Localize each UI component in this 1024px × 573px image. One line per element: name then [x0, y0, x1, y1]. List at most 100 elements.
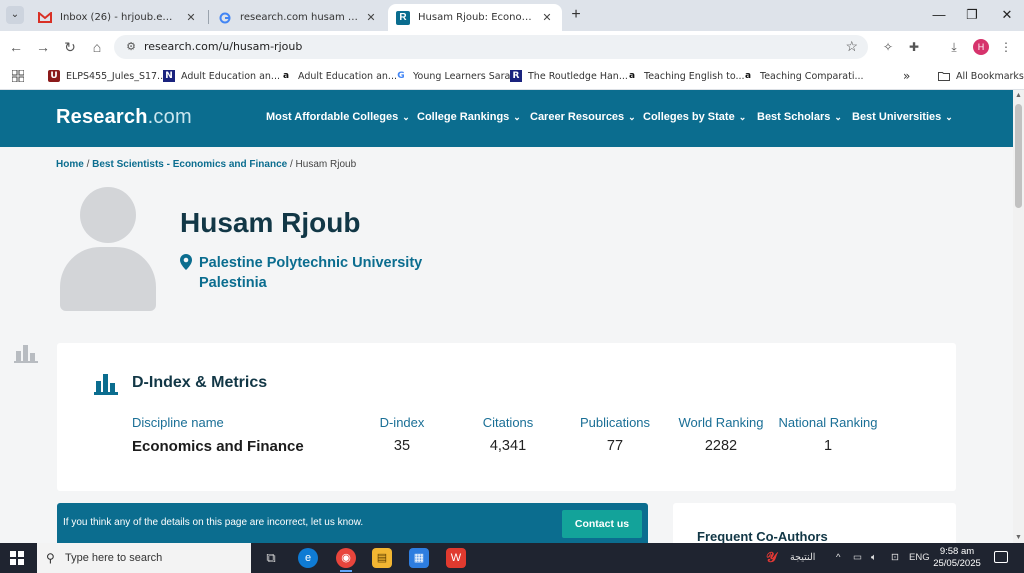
folder-icon	[938, 70, 950, 82]
microsoft-store-icon[interactable]: ▦	[409, 548, 429, 568]
bookmark-label: Adult Education an...	[181, 70, 280, 82]
taskbar-search-box[interactable]: ⚲ Type here to search	[37, 543, 251, 573]
bookmark-item[interactable]: a Teaching Comparati...	[742, 68, 864, 84]
file-explorer-icon[interactable]: ▤	[372, 548, 392, 568]
bar-chart-icon[interactable]	[14, 343, 38, 363]
tab-title: Husam Rjoub: Economics and F	[418, 12, 534, 23]
column-header: World Ranking	[678, 415, 764, 430]
close-tab-icon[interactable]: ✕	[540, 11, 554, 24]
scroll-down-arrow-icon[interactable]: ▼	[1015, 534, 1022, 541]
close-tab-icon[interactable]: ✕	[364, 11, 378, 24]
browser-toolbar: ← → ↻ ⌂ ⚙ research.com/u/husam-rjoub ☆ ✧…	[0, 31, 1024, 63]
home-icon[interactable]: ⌂	[88, 38, 106, 56]
page-scrollbar[interactable]: ▲ ▼	[1013, 90, 1024, 543]
minimize-icon[interactable]: —	[929, 6, 949, 24]
reload-icon[interactable]: ↻	[61, 38, 79, 56]
extension-blocked-icon[interactable]: ✧	[880, 39, 896, 55]
taskbar-clock[interactable]: 9:58 am 25/05/2025	[930, 546, 984, 570]
nav-career-resources[interactable]: Career Resources ⌄	[530, 111, 636, 123]
country-link[interactable]: Palestinia	[199, 273, 267, 293]
bookmark-star-icon[interactable]: ☆	[845, 38, 858, 55]
search-placeholder: Type here to search	[65, 552, 163, 564]
forward-arrow-icon[interactable]: →	[34, 38, 52, 56]
amazon-icon: a	[282, 71, 290, 81]
bookmark-item[interactable]: U ELPS455_Jules_S17....	[48, 68, 169, 84]
nav-best-universities[interactable]: Best Universities ⌄	[852, 111, 953, 123]
wps-office-icon[interactable]: W	[446, 548, 466, 568]
tab-gmail[interactable]: Inbox (26) - hrjoub.edu@gmail. ✕	[30, 4, 206, 31]
feedback-banner: If you think any of the details on this …	[57, 503, 648, 543]
metrics-card: D-Index & Metrics Discipline name Econom…	[57, 343, 956, 491]
breadcrumb-home-link[interactable]: Home	[56, 159, 84, 170]
new-tab-button[interactable]: +	[568, 7, 584, 23]
restore-icon[interactable]: ❐	[962, 6, 982, 24]
scroll-up-arrow-icon[interactable]: ▲	[1015, 92, 1022, 99]
chrome-browser-icon[interactable]: ◉	[336, 548, 356, 572]
bookmarks-bar: U ELPS455_Jules_S17.... N Adult Educatio…	[0, 63, 1024, 90]
task-view-icon[interactable]: ⧉	[261, 548, 281, 568]
scrollbar-thumb[interactable]	[1015, 104, 1022, 208]
metrics-column-publications: Publications 77	[560, 415, 670, 454]
avatar-placeholder	[60, 187, 156, 311]
app-tray-icon[interactable]: 𝒴	[766, 549, 777, 566]
university-link[interactable]: Palestine Polytechnic University	[199, 253, 422, 273]
routledge-icon: R	[510, 70, 522, 82]
close-window-icon[interactable]: ✕	[997, 6, 1017, 24]
tab-divider	[208, 10, 209, 24]
site-info-icon[interactable]: ⚙	[124, 40, 138, 54]
metrics-column-national-ranking: National Ranking 1	[773, 415, 883, 454]
language-indicator[interactable]: ENG	[909, 552, 930, 563]
volume-icon[interactable]: 🔈︎	[871, 552, 877, 563]
n-logo-icon: N	[163, 70, 175, 82]
tab-search-button[interactable]: ⌄	[6, 6, 24, 24]
feedback-message: If you think any of the details on this …	[63, 517, 364, 528]
bookmark-label: Young Learners Sara...	[413, 70, 520, 82]
battery-icon[interactable]: ▭	[853, 552, 862, 563]
breadcrumb-separator: /	[287, 159, 296, 170]
bookmark-item[interactable]: N Adult Education an...	[163, 68, 280, 84]
nav-college-rankings[interactable]: College Rankings ⌄	[417, 111, 521, 123]
profile-avatar[interactable]: H	[973, 39, 989, 55]
scholar-name: Husam Rjoub	[180, 207, 361, 238]
nav-most-affordable-colleges[interactable]: Most Affordable Colleges ⌄	[266, 111, 410, 123]
bookmark-item[interactable]: R The Routledge Han...	[510, 68, 628, 84]
all-bookmarks-label: All Bookmarks	[956, 70, 1024, 82]
extensions-puzzle-icon[interactable]: ✚	[906, 39, 922, 55]
contact-us-button[interactable]: Contact us	[562, 510, 642, 538]
more-bookmarks-icon[interactable]: »	[903, 68, 910, 84]
close-tab-icon[interactable]: ✕	[184, 11, 198, 24]
bookmark-label: Teaching Comparati...	[760, 70, 864, 82]
metrics-chart-icon	[94, 374, 118, 395]
nav-label: Most Affordable Colleges	[266, 111, 399, 123]
nav-best-scholars[interactable]: Best Scholars ⌄	[757, 111, 842, 123]
download-icon[interactable]: ⤓	[946, 39, 962, 55]
url-text[interactable]: research.com/u/husam-rjoub	[144, 40, 302, 53]
menu-kebab-icon[interactable]: ⋮	[998, 39, 1014, 55]
all-bookmarks-button[interactable]: All Bookmarks	[938, 68, 1024, 84]
site-logo[interactable]: Research.com	[56, 106, 192, 129]
show-hidden-icons-icon[interactable]: ^	[836, 552, 840, 563]
nav-label: Best Universities	[852, 111, 942, 123]
network-icon[interactable]: ⊡	[891, 552, 899, 563]
national-ranking-value: 1	[823, 438, 833, 454]
bookmark-item[interactable]: G Young Learners Sara...	[395, 68, 519, 84]
edge-browser-icon[interactable]: e	[298, 548, 318, 568]
location-pin-icon	[180, 254, 192, 270]
breadcrumb-section-link[interactable]: Best Scientists - Economics and Finance	[92, 159, 287, 170]
tab-google-search[interactable]: research.com husam rjoub auth ✕	[210, 4, 386, 31]
metrics-column-world-ranking: World Ranking 2282	[666, 415, 776, 454]
notification-center-icon[interactable]	[994, 551, 1008, 563]
bookmark-item[interactable]: a Teaching English to...	[626, 68, 745, 84]
discipline-value[interactable]: Economics and Finance	[132, 438, 372, 455]
windows-start-icon[interactable]	[10, 551, 24, 565]
tab-research-com[interactable]: R Husam Rjoub: Economics and F ✕	[388, 4, 562, 31]
bookmark-item[interactable]: a Adult Education an...	[280, 68, 397, 84]
clock-time: 9:58 am	[939, 546, 975, 557]
nav-colleges-by-state[interactable]: Colleges by State ⌄	[643, 111, 746, 123]
tray-text[interactable]: النتيجة	[790, 552, 815, 563]
university-shield-icon: U	[48, 70, 60, 82]
metrics-column-citations: Citations 4,341	[453, 415, 563, 454]
address-bar[interactable]: ⚙ research.com/u/husam-rjoub ☆	[114, 35, 868, 59]
apps-grid-icon[interactable]	[12, 68, 24, 84]
back-arrow-icon[interactable]: ←	[7, 38, 25, 56]
